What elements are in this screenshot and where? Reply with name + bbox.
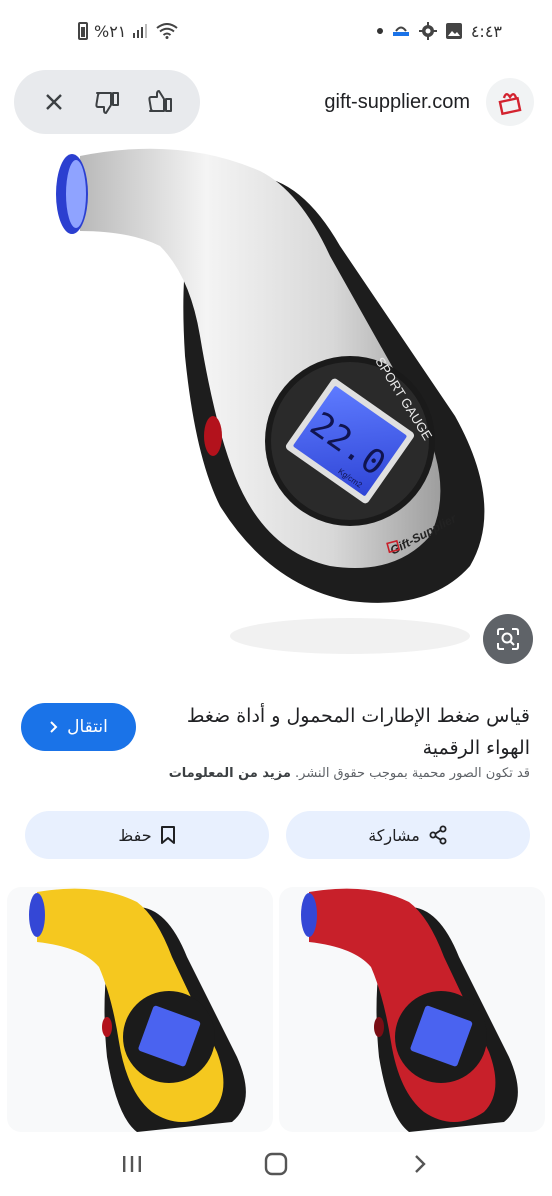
visit-label: انتقال	[67, 717, 108, 737]
result-title[interactable]: قياس ضغط الإطارات المحمول و أداة ضغط اله…	[160, 700, 530, 764]
yellow-gauge-illustration	[29, 888, 246, 1132]
close-button[interactable]	[34, 82, 74, 122]
share-label: مشاركة	[368, 825, 420, 845]
thumbs-down-button[interactable]	[87, 82, 127, 122]
close-icon	[46, 94, 63, 110]
share-icon	[429, 825, 447, 845]
back-icon	[415, 1155, 426, 1173]
lens-search-button[interactable]	[483, 614, 533, 664]
gear-icon	[418, 22, 437, 40]
lens-icon	[497, 628, 519, 650]
visit-button[interactable]: انتقال	[21, 703, 136, 751]
back-button[interactable]	[400, 1144, 440, 1184]
main-product-image[interactable]: 22.0 Kg/cm2 SPORT GAUGE Gift-Supplier	[0, 136, 552, 676]
wifi-icon	[156, 23, 179, 39]
site-logo	[486, 78, 534, 126]
gallery-icon	[445, 23, 462, 39]
more-info-link[interactable]: مزيد من المعلومات	[169, 766, 291, 781]
related-image-yellow[interactable]	[7, 887, 273, 1132]
home-icon	[264, 1152, 288, 1176]
save-button[interactable]: حفظ	[25, 811, 269, 859]
result-title-block: قياس ضغط الإطارات المحمول و أداة ضغط اله…	[160, 700, 530, 764]
site-name[interactable]: gift-supplier.com	[324, 91, 470, 114]
system-nav-bar	[0, 1132, 552, 1196]
related-image-red[interactable]	[279, 887, 545, 1132]
clock: ٤:٤٣	[470, 21, 502, 41]
copyright-text: قد تكون الصور محمية بموجب حقوق النشر.	[295, 766, 530, 781]
battery-percent: %٢١	[94, 21, 127, 41]
source-site[interactable]: gift-supplier.com	[324, 78, 534, 126]
recents-icon	[123, 1156, 141, 1172]
copyright-notice: قد تكون الصور محمية بموجب حقوق النشر. مز…	[20, 766, 530, 781]
thumbs-down-icon	[95, 92, 119, 114]
red-gauge-illustration	[301, 888, 518, 1132]
thumbs-up-icon	[148, 90, 172, 112]
thumbs-up-button[interactable]	[140, 82, 180, 122]
feedback-pill	[14, 70, 200, 134]
chevron-left-icon	[50, 721, 58, 733]
battery-icon	[78, 22, 88, 40]
status-left: %٢١	[78, 21, 179, 41]
gift-icon	[498, 93, 522, 116]
share-button[interactable]: مشاركة	[286, 811, 530, 859]
notification-app-icon	[392, 26, 409, 36]
bookmark-icon	[160, 826, 175, 844]
tire-gauge-illustration: 22.0 Kg/cm2 SPORT GAUGE Gift-Supplier	[56, 148, 485, 654]
status-right: ٤:٤٣	[376, 21, 502, 41]
home-button[interactable]	[256, 1144, 296, 1184]
notification-dot	[376, 28, 383, 34]
status-bar: %٢١ ٤:٤٣	[0, 0, 552, 62]
signal-icon	[133, 24, 148, 38]
save-label: حفظ	[118, 825, 152, 845]
recents-button[interactable]	[112, 1144, 152, 1184]
